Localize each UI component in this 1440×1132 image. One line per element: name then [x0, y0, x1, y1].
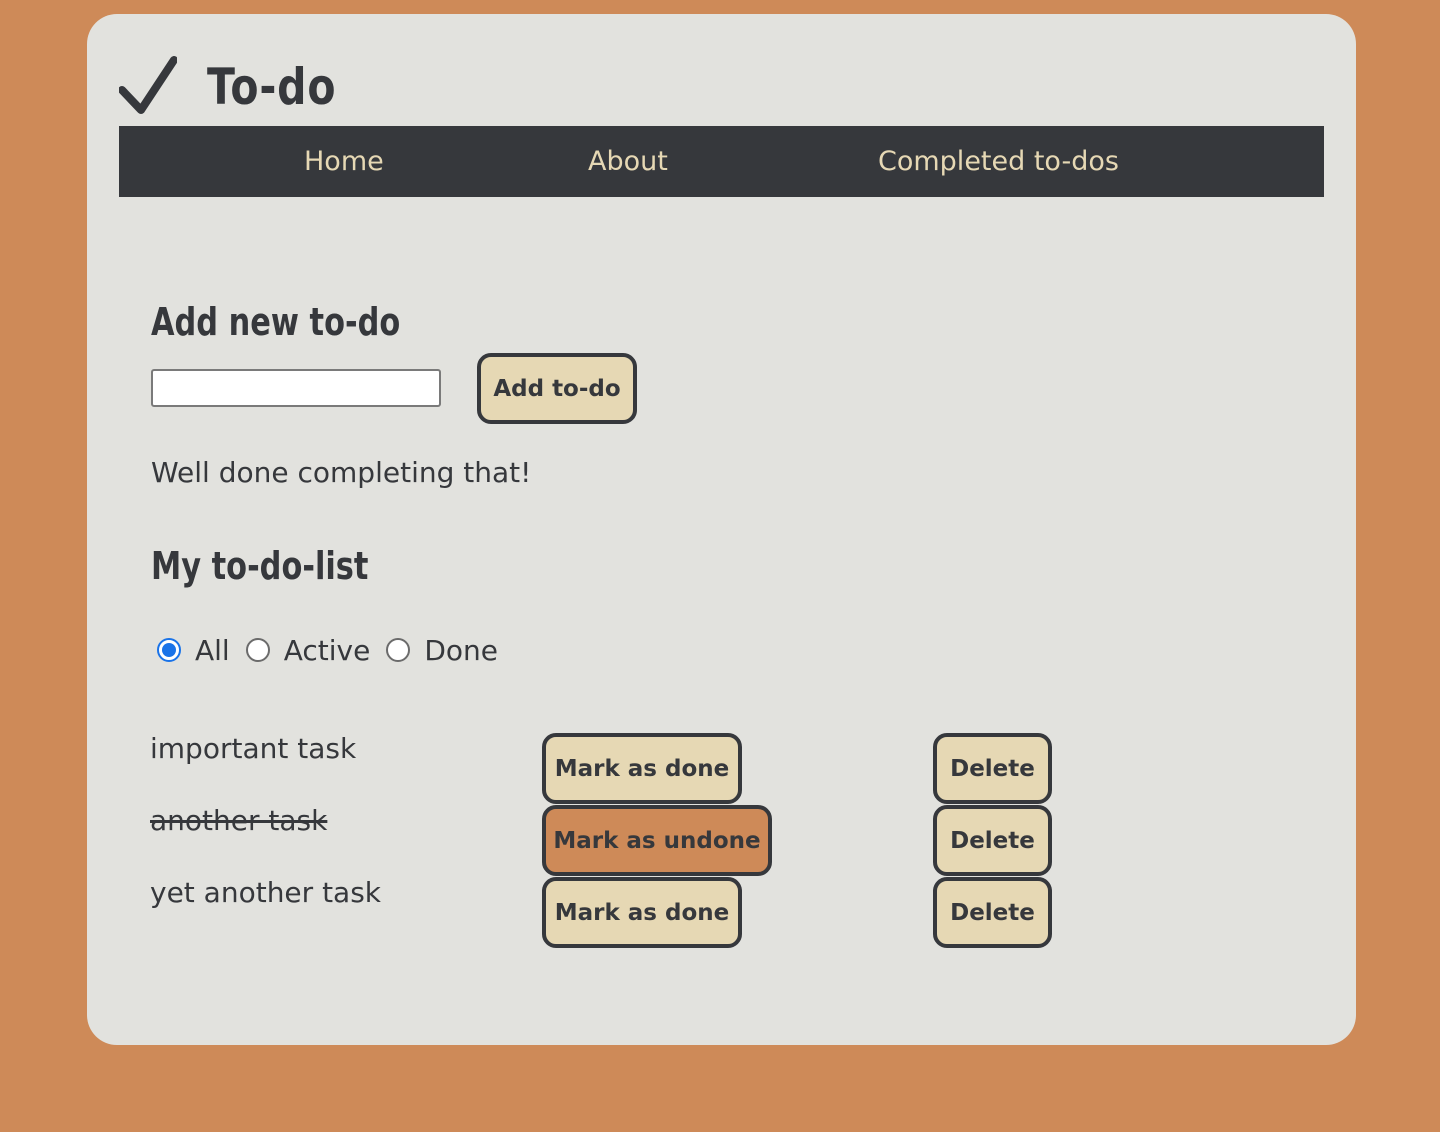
- filter-option-all[interactable]: All: [157, 634, 230, 667]
- filter-all-label[interactable]: All: [195, 634, 230, 667]
- filter-option-active[interactable]: Active: [245, 634, 371, 667]
- nav-link-home[interactable]: Home: [304, 146, 384, 177]
- filter-radio-group: All Active Done: [157, 630, 514, 670]
- filter-active-label[interactable]: Active: [284, 634, 371, 667]
- checkmark-icon: [118, 56, 178, 118]
- filter-active-radio[interactable]: [245, 638, 270, 662]
- todo-card: To-do Home About Completed to-dos Add ne…: [87, 14, 1356, 1045]
- add-todo-button[interactable]: Add to-do: [477, 353, 637, 424]
- todo-item-text: another task: [150, 804, 328, 837]
- app-header: To-do: [118, 52, 365, 122]
- new-todo-input[interactable]: [151, 369, 441, 407]
- nav-link-completed-todos[interactable]: Completed to-dos: [878, 146, 1119, 177]
- filter-done-label[interactable]: Done: [424, 634, 498, 667]
- mark-undone-button[interactable]: Mark as undone: [542, 805, 772, 876]
- todo-item-text: important task: [150, 732, 357, 765]
- add-todo-heading: Add new to-do: [151, 300, 401, 344]
- nav-link-about[interactable]: About: [588, 146, 668, 177]
- delete-button[interactable]: Delete: [933, 805, 1052, 876]
- completion-message: Well done completing that!: [151, 456, 532, 489]
- filter-option-done[interactable]: Done: [386, 634, 498, 667]
- delete-button[interactable]: Delete: [933, 877, 1052, 948]
- todo-item-text: yet another task: [150, 876, 382, 909]
- app-title: To-do: [207, 58, 337, 116]
- filter-all-radio[interactable]: [157, 638, 181, 662]
- delete-button[interactable]: Delete: [933, 733, 1052, 804]
- mark-done-button[interactable]: Mark as done: [542, 877, 742, 948]
- mark-done-button[interactable]: Mark as done: [542, 733, 742, 804]
- main-navbar: Home About Completed to-dos: [119, 126, 1324, 197]
- todo-list-heading: My to-do-list: [151, 544, 369, 588]
- filter-done-radio[interactable]: [386, 638, 411, 662]
